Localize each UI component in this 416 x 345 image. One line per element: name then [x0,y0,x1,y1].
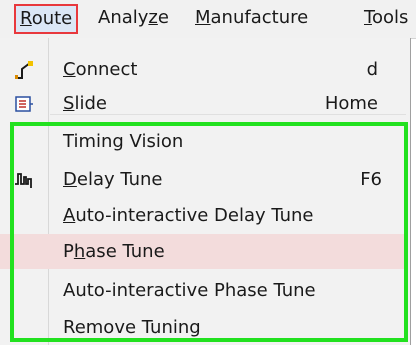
menu-analyze-label-pre: Analy [98,7,149,28]
menu-analyze-mnemonic: z [148,7,158,28]
menu-item-auto-interactive-phase-tune[interactable]: Auto-interactive Phase Tune [0,273,408,308]
menu-route[interactable]: Route [14,4,79,34]
slide-label-rest: lide [74,93,107,114]
menu-item-auto-interactive-delay-tune[interactable]: Auto-interactive Delay Tune [0,198,408,233]
delay-tune-label-rest: elay Tune [76,169,163,190]
menu-item-connect-label: Connect [63,52,137,87]
menu-item-slide[interactable]: Slide Home [0,86,408,121]
menu-item-auto-delay-tune-label: Auto-interactive Delay Tune [63,198,314,233]
auto-delay-tune-mnemonic: A [63,205,76,226]
slide-icon [14,94,34,114]
menu-route-mnemonic: R [20,8,32,29]
menu-separator [50,114,406,115]
route-dropdown-menu: Connect d Slide Home Timing Vision Delay… [0,38,411,345]
menu-manufacture-mnemonic: M [195,7,211,28]
menu-item-phase-tune[interactable]: Phase Tune [0,234,408,269]
menu-manufacture-label: anufacture [210,7,309,28]
menu-item-connect-shortcut: d [366,59,378,80]
menu-tools[interactable]: Tools [364,5,408,31]
delay-tune-icon [14,170,34,190]
menu-bar: Route Analyze Manufacture Tools [0,0,416,39]
auto-delay-tune-label-rest: uto-interactive Delay Tune [75,205,314,226]
menu-item-remove-tuning-label: Remove Tuning [63,317,201,338]
connect-icon [14,60,34,80]
menu-manufacture[interactable]: Manufacture [195,5,308,31]
connect-label-rest: onnect [75,59,138,80]
phase-tune-label-rest: ase Tune [85,241,165,262]
menu-item-timing-vision-label: Timing Vision [63,131,184,152]
menu-analyze-label: e [157,7,169,28]
menu-item-delay-tune[interactable]: Delay Tune F6 [0,162,408,197]
menu-analyze[interactable]: Analyze [98,5,169,31]
slide-mnemonic: S [63,93,75,114]
menu-item-connect[interactable]: Connect d [0,52,408,87]
menu-route-label: oute [31,8,73,29]
delay-tune-mnemonic: D [63,169,77,190]
connect-mnemonic: C [63,59,76,80]
menu-item-delay-tune-label: Delay Tune [63,162,163,197]
phase-tune-label-pre: P [63,241,74,262]
menu-item-auto-phase-tune-label: Auto-interactive Phase Tune [63,280,316,301]
menu-item-slide-label: Slide [63,86,107,121]
phase-tune-mnemonic: h [73,241,86,262]
menu-tools-mnemonic: T [364,7,372,28]
menu-item-phase-tune-label: Phase Tune [63,234,165,269]
menu-item-timing-vision[interactable]: Timing Vision [0,124,408,159]
menu-tools-label: ools [371,7,409,28]
menu-item-slide-shortcut: Home [324,93,378,114]
menu-item-delay-tune-shortcut: F6 [360,169,382,190]
menu-item-remove-tuning[interactable]: Remove Tuning [0,310,408,345]
